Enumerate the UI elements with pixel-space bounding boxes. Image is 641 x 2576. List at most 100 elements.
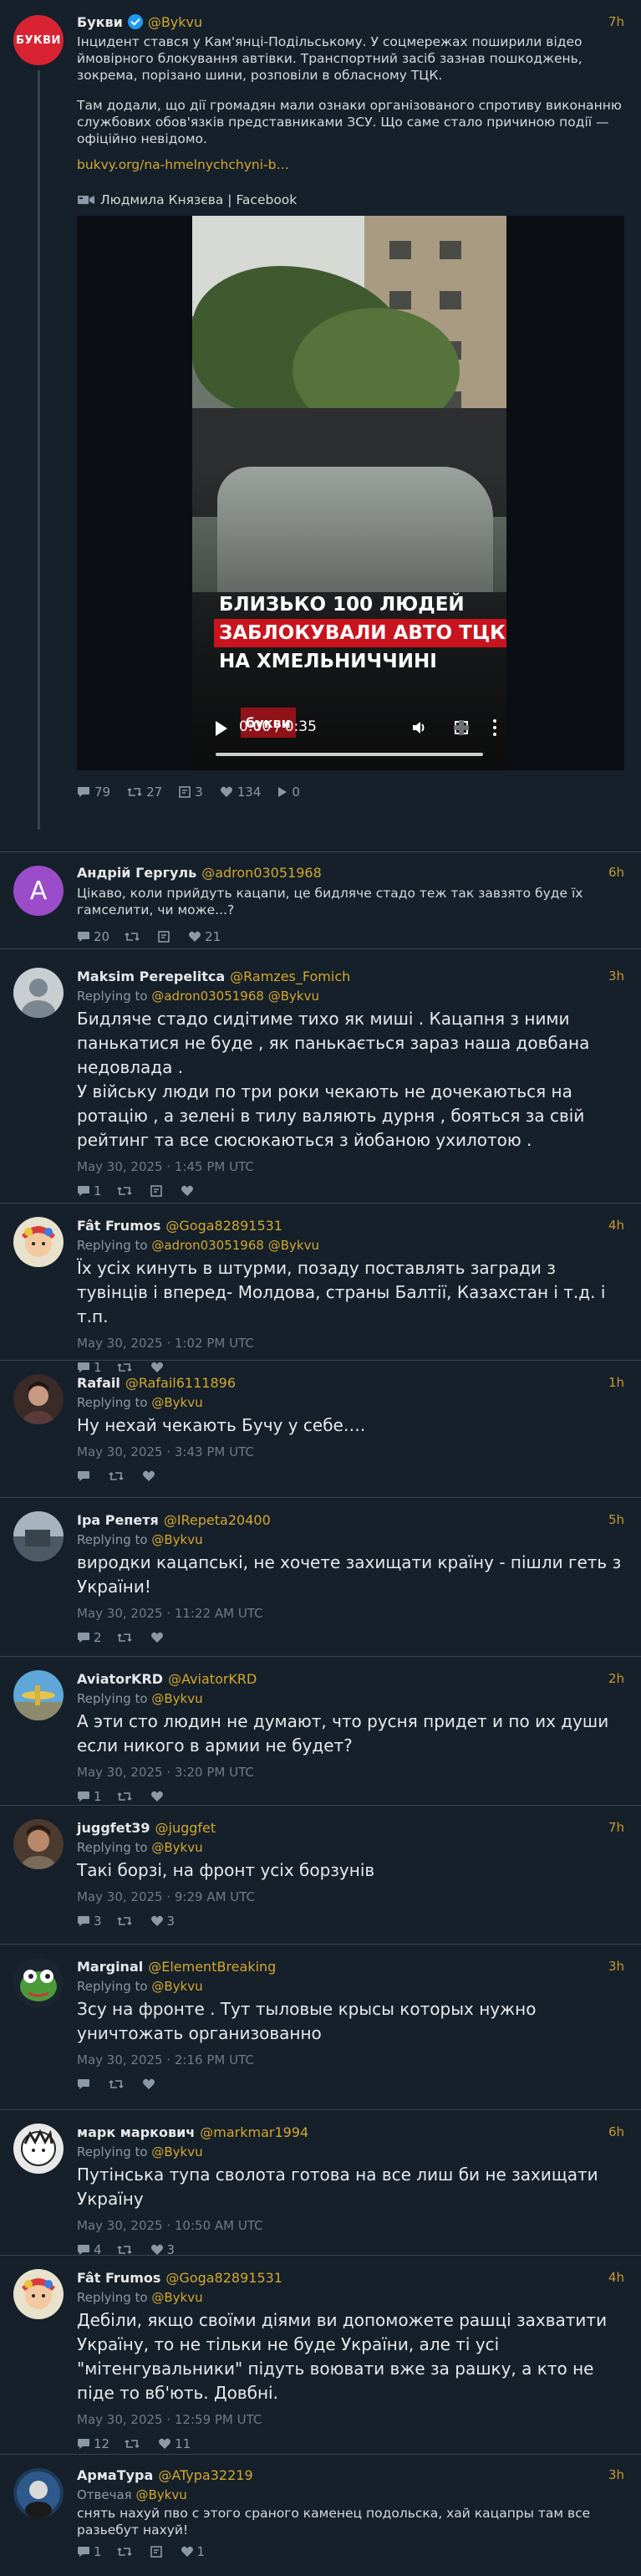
comment-button[interactable] <box>77 2078 94 2090</box>
reply-timestamp[interactable]: May 30, 2025 · 1:45 PM UTC <box>77 1159 624 1174</box>
avatar[interactable] <box>13 2124 64 2174</box>
retweet-count[interactable]: 27 <box>127 785 162 800</box>
display-name[interactable]: марк маркович <box>77 2124 195 2140</box>
retweet-button[interactable] <box>125 931 143 943</box>
avatar[interactable] <box>13 2468 64 2518</box>
avatar[interactable] <box>13 1374 64 1424</box>
retweet-button[interactable] <box>116 1915 135 1927</box>
display-name[interactable]: Андрій Гергуль <box>77 865 196 881</box>
display-name[interactable]: Іра Репетя <box>77 1512 159 1528</box>
display-name[interactable]: Rafail <box>77 1375 120 1391</box>
retweet-button[interactable] <box>109 2078 127 2090</box>
reply-time[interactable]: 1h <box>608 1375 624 1390</box>
username[interactable]: @Goga82891531 <box>165 1218 282 1234</box>
quote-button[interactable] <box>158 931 173 943</box>
like-button[interactable]: 1 <box>181 2544 205 2559</box>
mention-link[interactable]: @adron03051968 @Bykvu <box>151 989 319 1004</box>
like-count[interactable]: 134 <box>220 785 261 800</box>
username[interactable]: @Ramzes_Fomich <box>230 969 350 984</box>
reply-time[interactable]: 3h <box>608 1959 624 1974</box>
avatar[interactable] <box>13 968 64 1018</box>
retweet-button[interactable] <box>116 2546 135 2558</box>
like-button[interactable] <box>150 1791 167 1802</box>
reply-time[interactable]: 3h <box>608 2467 624 2482</box>
like-button[interactable] <box>181 1185 197 1197</box>
display-name[interactable]: AviatorKRD <box>77 1671 163 1687</box>
play-icon[interactable] <box>216 721 227 736</box>
comment-button[interactable]: 1 <box>77 2544 102 2559</box>
username[interactable]: @juggfet <box>155 1820 216 1836</box>
avatar[interactable] <box>13 1511 64 1561</box>
comment-button[interactable]: 3 <box>77 1914 102 1929</box>
mention-link[interactable]: @Bykvu <box>151 1395 202 1410</box>
username[interactable]: @markmar1994 <box>200 2124 308 2140</box>
display-name[interactable]: АрмаТура <box>77 2467 153 2483</box>
avatar[interactable]: БУКВИ <box>13 15 64 65</box>
retweet-button[interactable] <box>116 2244 135 2256</box>
retweet-button[interactable] <box>109 1470 127 1482</box>
reply-timestamp[interactable]: May 30, 2025 · 11:22 AM UTC <box>77 1606 624 1621</box>
tweet-time[interactable]: 7h <box>608 14 624 29</box>
reply-timestamp[interactable]: May 30, 2025 · 9:29 AM UTC <box>77 1889 624 1904</box>
avatar[interactable] <box>13 1958 64 2008</box>
article-link[interactable]: bukvy.org/na-hmelnychchyni-b… <box>77 157 624 172</box>
mention-link[interactable]: @Bykvu <box>135 2487 186 2502</box>
avatar[interactable]: A <box>13 866 64 916</box>
username[interactable]: @ElementBreaking <box>148 1959 276 1975</box>
video-player[interactable]: БЛИЗЬКО 100 ЛЮДЕЙ ЗАБЛОКУВАЛИ АВТО ТЦК Н… <box>192 216 506 770</box>
username[interactable]: @AviatorKRD <box>168 1671 257 1687</box>
username[interactable]: @Rafail6111896 <box>125 1375 236 1391</box>
reply-time[interactable]: 6h <box>608 865 624 880</box>
mention-link[interactable]: @Bykvu <box>151 1532 202 1547</box>
display-name[interactable]: Fât Frumos <box>77 1218 160 1234</box>
reply-timestamp[interactable]: May 30, 2025 · 2:16 PM UTC <box>77 2052 624 2067</box>
mention-link[interactable]: @Bykvu <box>151 1840 202 1855</box>
retweet-button[interactable] <box>116 1791 135 1802</box>
username[interactable]: @ATypa32219 <box>158 2467 252 2483</box>
reply-time[interactable]: 7h <box>608 1820 624 1835</box>
username[interactable]: @Goga82891531 <box>165 2270 282 2286</box>
comment-button[interactable]: 20 <box>77 929 109 944</box>
mention-link[interactable]: @Bykvu <box>151 1691 202 1706</box>
display-name[interactable]: Fât Frumos <box>77 2270 160 2286</box>
like-button[interactable]: 21 <box>188 929 221 944</box>
retweet-button[interactable] <box>116 1632 135 1643</box>
quote-count[interactable]: 3 <box>179 785 203 800</box>
reply-time[interactable]: 5h <box>608 1512 624 1527</box>
comment-button[interactable]: 1 <box>77 1789 102 1804</box>
username[interactable]: @IRepeta20400 <box>164 1512 271 1528</box>
comment-button[interactable]: 2 <box>77 1630 102 1645</box>
username[interactable]: @Bykvu <box>148 14 202 30</box>
display-name[interactable]: Marginal <box>77 1959 143 1975</box>
quote-button[interactable] <box>150 1185 165 1197</box>
video-progress-bar[interactable] <box>216 753 483 756</box>
quote-button[interactable] <box>150 2546 165 2558</box>
reply-time[interactable]: 3h <box>608 969 624 984</box>
reply-timestamp[interactable]: May 30, 2025 · 10:50 AM UTC <box>77 2218 624 2233</box>
mention-link[interactable]: @Bykvu <box>151 1979 202 1994</box>
mention-link[interactable]: @adron03051968 @Bykvu <box>151 1238 319 1253</box>
reply-time[interactable]: 6h <box>608 2124 624 2139</box>
display-name[interactable]: Maksim Perepelitca <box>77 969 225 984</box>
volume-icon[interactable] <box>411 719 428 736</box>
reply-timestamp[interactable]: May 30, 2025 · 3:43 PM UTC <box>77 1444 624 1459</box>
comment-button[interactable]: 1 <box>77 1183 102 1199</box>
display-name[interactable]: Букви <box>77 14 123 30</box>
like-button[interactable] <box>142 1470 159 1482</box>
reply-timestamp[interactable]: May 30, 2025 · 1:02 PM UTC <box>77 1336 624 1351</box>
like-button[interactable]: 11 <box>158 2436 191 2451</box>
avatar[interactable] <box>13 1670 64 1720</box>
reply-time[interactable]: 2h <box>608 1671 624 1686</box>
avatar[interactable] <box>13 1217 64 1267</box>
reply-timestamp[interactable]: May 30, 2025 · 3:20 PM UTC <box>77 1765 624 1780</box>
reply-count[interactable]: 79 <box>77 785 110 800</box>
comment-button[interactable]: 12 <box>77 2436 109 2451</box>
retweet-button[interactable] <box>125 2438 143 2450</box>
view-count[interactable]: 0 <box>277 785 300 800</box>
mention-link[interactable]: @Bykvu <box>151 2290 202 2305</box>
like-button[interactable] <box>150 1632 167 1643</box>
comment-button[interactable] <box>77 1470 94 1482</box>
like-button[interactable]: 3 <box>150 1914 175 1929</box>
mention-link[interactable]: @Bykvu <box>151 2144 202 2159</box>
avatar[interactable] <box>13 1819 64 1869</box>
